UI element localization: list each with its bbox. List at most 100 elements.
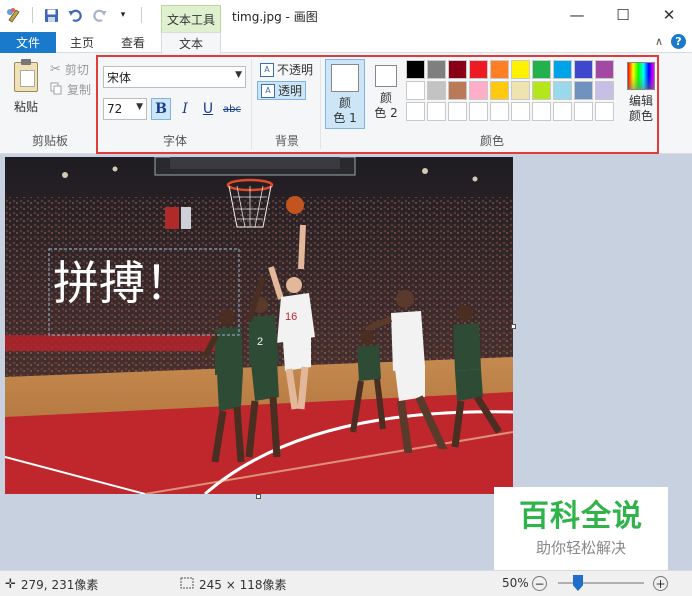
palette-swatch[interactable] — [552, 80, 573, 101]
palette-swatch-color — [553, 102, 572, 121]
font-family-combo[interactable]: 宋体 ▼ — [103, 66, 246, 88]
palette-swatch[interactable] — [447, 59, 468, 80]
font-size-combo[interactable]: 72 ▼ — [103, 98, 147, 120]
font-group-label: 字体 — [162, 134, 187, 148]
palette-swatch[interactable] — [573, 59, 594, 80]
palette-swatch[interactable] — [552, 101, 573, 122]
color-palette — [405, 59, 615, 122]
overlay-text[interactable]: 拼搏！ — [53, 256, 191, 310]
edit-colors-button[interactable]: 编辑 颜色 — [624, 59, 658, 129]
watermark-title: 百科全说 — [519, 498, 643, 534]
palette-swatch[interactable] — [447, 80, 468, 101]
copy-icon — [50, 82, 63, 98]
palette-swatch-color — [490, 81, 509, 100]
redo-icon[interactable] — [91, 7, 107, 23]
image-canvas[interactable]: 16 2 拼搏！ — [5, 157, 513, 494]
palette-swatch[interactable] — [594, 101, 615, 122]
cut-label: 剪切 — [64, 63, 89, 77]
color2-swatch — [375, 65, 397, 87]
palette-swatch-color — [511, 102, 530, 121]
palette-swatch[interactable] — [447, 101, 468, 122]
group-separator — [320, 59, 321, 149]
color1-button[interactable]: 颜 色 1 — [325, 59, 365, 129]
opaque-option[interactable]: A 不透明 — [257, 60, 316, 79]
palette-swatch-color — [595, 102, 614, 121]
zoom-out-button[interactable]: − — [532, 576, 547, 591]
clipboard-group-label: 剪贴板 — [31, 134, 68, 148]
palette-swatch[interactable] — [531, 59, 552, 80]
background-group-label: 背景 — [274, 134, 299, 148]
palette-swatch[interactable] — [405, 101, 426, 122]
scissors-icon: ✂ — [50, 62, 61, 77]
palette-swatch[interactable] — [405, 80, 426, 101]
palette-swatch[interactable] — [426, 101, 447, 122]
clipboard-icon — [14, 59, 38, 92]
tab-home[interactable]: 主页 — [63, 32, 101, 53]
zoom-slider-thumb[interactable] — [573, 575, 583, 591]
minimize-button[interactable]: — — [554, 0, 600, 30]
palette-swatch[interactable] — [510, 101, 531, 122]
resize-handle-right[interactable] — [511, 324, 516, 329]
colors-group-label: 颜色 — [479, 134, 504, 148]
window-title: timg.jpg - 画图 — [232, 10, 318, 24]
palette-swatch-color — [448, 81, 467, 100]
color2-button[interactable]: 颜 色 2 — [366, 59, 406, 129]
palette-swatch[interactable] — [468, 101, 489, 122]
zoom-percent: 50% — [502, 576, 529, 590]
palette-swatch[interactable] — [468, 80, 489, 101]
ribbon-tab-row: 文件 主页 查看 文本 ∧ ? — [0, 32, 692, 54]
palette-swatch[interactable] — [552, 59, 573, 80]
palette-swatch[interactable] — [594, 59, 615, 80]
palette-swatch-color — [427, 102, 446, 121]
tab-text[interactable]: 文本 — [161, 32, 221, 54]
palette-swatch[interactable] — [426, 59, 447, 80]
tab-row-right: ∧ ? — [655, 34, 686, 49]
cut-button[interactable]: ✂ 剪切 — [50, 61, 89, 78]
palette-swatch[interactable] — [405, 59, 426, 80]
underline-button[interactable]: U — [198, 98, 218, 120]
palette-swatch[interactable] — [489, 101, 510, 122]
palette-swatch[interactable] — [468, 59, 489, 80]
zoom-in-button[interactable]: + — [653, 576, 668, 591]
palette-swatch[interactable] — [510, 80, 531, 101]
resize-handle-bottom[interactable] — [256, 494, 261, 499]
paint-app-icon[interactable] — [6, 7, 22, 23]
palette-swatch[interactable] — [426, 80, 447, 101]
palette-swatch[interactable] — [531, 101, 552, 122]
palette-swatch-color — [448, 102, 467, 121]
palette-swatch-color — [532, 102, 551, 121]
maximize-button[interactable]: ☐ — [600, 0, 646, 30]
palette-swatch[interactable] — [573, 101, 594, 122]
palette-swatch[interactable] — [489, 59, 510, 80]
selection-size-value: 245 × 118像素 — [199, 578, 287, 592]
close-button[interactable]: ✕ — [646, 0, 692, 30]
collapse-ribbon-icon[interactable]: ∧ — [655, 35, 663, 48]
palette-swatch-color — [574, 102, 593, 121]
palette-swatch[interactable] — [510, 59, 531, 80]
palette-swatch-color — [406, 60, 425, 79]
color1-label: 颜 色 1 — [333, 96, 357, 125]
undo-icon[interactable] — [67, 7, 83, 23]
copy-button[interactable]: 复制 — [50, 81, 91, 98]
palette-swatch-color — [490, 102, 509, 121]
tab-file[interactable]: 文件 — [0, 32, 56, 53]
canvas-area[interactable]: 16 2 拼搏！ 百科全说 助你轻松解决 — [0, 154, 692, 570]
strikethrough-button[interactable]: abc — [220, 98, 244, 120]
customize-dropdown-icon[interactable]: ▾ — [115, 7, 131, 23]
palette-swatch[interactable] — [594, 80, 615, 101]
help-icon[interactable]: ? — [671, 34, 686, 49]
palette-swatch[interactable] — [531, 80, 552, 101]
save-icon[interactable] — [43, 7, 59, 23]
palette-swatch[interactable] — [573, 80, 594, 101]
zoom-slider-track[interactable] — [558, 582, 644, 584]
bold-button[interactable]: B — [151, 98, 171, 120]
qat-separator — [141, 7, 142, 23]
tab-view[interactable]: 查看 — [112, 32, 154, 53]
italic-button[interactable]: I — [175, 98, 195, 120]
paste-button[interactable]: 粘贴 — [8, 59, 44, 117]
transparent-option[interactable]: A 透明 — [257, 81, 307, 100]
color2-label: 颜 色 2 — [374, 91, 398, 120]
palette-swatch[interactable] — [489, 80, 510, 101]
palette-swatch-color — [469, 60, 488, 79]
palette-swatch-color — [553, 60, 572, 79]
